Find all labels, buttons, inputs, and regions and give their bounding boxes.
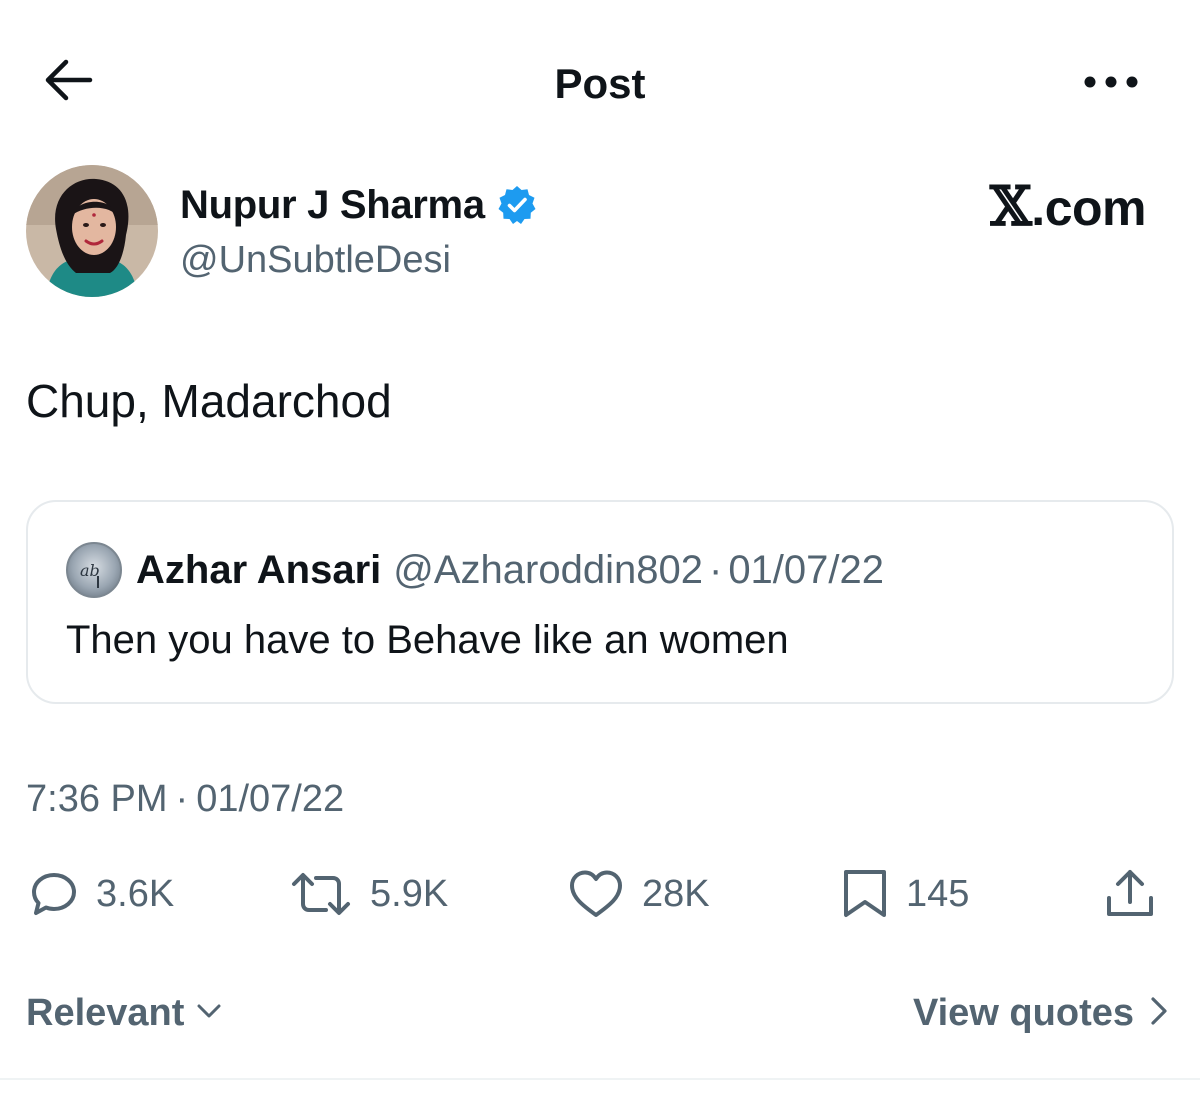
brand-suffix: .com bbox=[1031, 180, 1146, 236]
chevron-right-icon bbox=[1150, 996, 1168, 1031]
quoted-date: 01/07/22 bbox=[728, 548, 885, 592]
repost-icon bbox=[290, 870, 352, 918]
post-time: 7:36 PM bbox=[26, 778, 168, 820]
post-timestamp[interactable]: 7:36 PM · 01/07/22 bbox=[26, 776, 344, 822]
quoted-post-header: ab Azhar Ansari @Azharoddin802 · 01/07/2… bbox=[66, 542, 884, 598]
post-date: 01/07/22 bbox=[196, 778, 345, 820]
quoted-post-text: Then you have to Behave like an women bbox=[66, 618, 789, 662]
share-icon bbox=[1104, 868, 1156, 920]
quoted-separator: · bbox=[708, 548, 723, 592]
quoted-author-handle: @Azharoddin802 bbox=[393, 548, 703, 592]
bookmark-count: 145 bbox=[906, 873, 970, 915]
page-title: Post bbox=[554, 60, 646, 107]
reply-count: 3.6K bbox=[96, 873, 175, 915]
svg-text:ab: ab bbox=[80, 561, 100, 580]
repost-count: 5.9K bbox=[370, 873, 449, 915]
post-page: Post Nupur J Sharma @UnSubtleDesi 𝕏 .com… bbox=[0, 0, 1200, 1093]
author-name[interactable]: Nupur J Sharma bbox=[180, 182, 485, 228]
more-horizontal-icon bbox=[1083, 75, 1139, 94]
reply-icon bbox=[30, 870, 78, 918]
like-count: 28K bbox=[642, 873, 710, 915]
divider bbox=[0, 1078, 1200, 1080]
repost-button[interactable]: 5.9K bbox=[290, 864, 448, 924]
x-logo: 𝕏 bbox=[989, 174, 1032, 238]
quoted-author-avatar: ab bbox=[66, 542, 122, 598]
quoted-author-name: Azhar Ansari bbox=[136, 548, 382, 592]
heart-icon bbox=[568, 869, 624, 919]
reply-button[interactable]: 3.6K bbox=[30, 864, 174, 924]
timestamp-separator: · bbox=[175, 778, 189, 820]
sort-label: Relevant bbox=[26, 992, 185, 1034]
author-name-row: Nupur J Sharma bbox=[180, 182, 537, 228]
post-text: Chup, Madarchod bbox=[26, 375, 392, 427]
bookmark-button[interactable]: 145 bbox=[842, 864, 969, 924]
author-avatar[interactable] bbox=[26, 165, 158, 297]
brand-watermark: 𝕏 .com bbox=[989, 174, 1147, 238]
view-quotes-link[interactable]: View quotes bbox=[913, 990, 1168, 1036]
chevron-down-icon bbox=[196, 1002, 222, 1025]
sort-replies-dropdown[interactable]: Relevant bbox=[26, 990, 222, 1036]
more-options-button[interactable] bbox=[1080, 62, 1142, 106]
author-handle[interactable]: @UnSubtleDesi bbox=[180, 238, 451, 282]
like-button[interactable]: 28K bbox=[568, 864, 710, 924]
bookmark-icon bbox=[842, 868, 888, 920]
view-quotes-label: View quotes bbox=[912, 992, 1134, 1034]
quoted-post-card[interactable]: ab Azhar Ansari @Azharoddin802 · 01/07/2… bbox=[26, 500, 1174, 704]
verified-badge-icon bbox=[497, 185, 537, 225]
share-button[interactable] bbox=[1104, 864, 1156, 924]
